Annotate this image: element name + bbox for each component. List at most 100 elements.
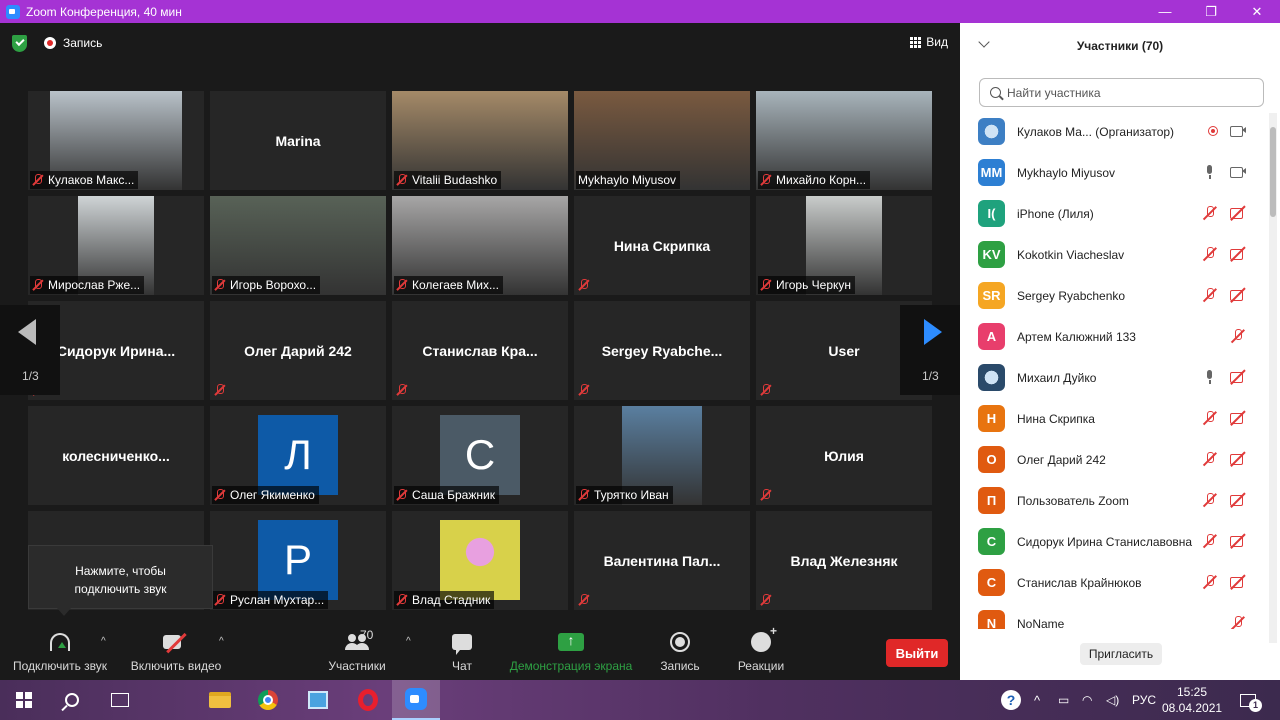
close-button[interactable]: ✕ (1234, 0, 1280, 23)
help-button[interactable]: ? (1001, 680, 1021, 720)
participant-video-tile[interactable]: Marina (210, 91, 386, 190)
taskbar-clock[interactable]: 15:25 08.04.2021 (1162, 684, 1222, 716)
language-indicator[interactable]: РУС (1132, 680, 1156, 720)
participant-row[interactable]: SR Sergey Ryabchenko (960, 275, 1268, 316)
zoom-icon (405, 688, 427, 710)
participant-video-tile[interactable]: Турятко Иван (574, 406, 750, 505)
join-audio-button[interactable]: Подключить звук (10, 630, 110, 673)
participant-row[interactable]: О Олег Дарий 242 (960, 439, 1268, 480)
search-icon (990, 87, 1001, 98)
participant-video-tile[interactable]: Олег Дарий 242 (210, 301, 386, 400)
restore-button[interactable]: ❐ (1188, 0, 1234, 23)
reactions-button[interactable]: Реакции (735, 624, 787, 673)
participant-row[interactable]: MM Mykhaylo Miyusov (960, 152, 1268, 193)
file-explorer-button[interactable] (196, 680, 244, 720)
participant-name: Кулаков Ма... (Организатор) (1017, 124, 1175, 139)
participant-search[interactable] (979, 78, 1264, 107)
participant-name-label: Колегаев Мих... (394, 276, 503, 294)
share-screen-button[interactable]: Демонстрация экрана (508, 630, 634, 673)
recording-label: Запись (63, 36, 103, 50)
view-button[interactable]: Вид (910, 35, 948, 49)
start-button[interactable] (0, 680, 48, 720)
meeting-toolbar: Подключить звук ^ Включить видео ^ 70 Уч… (0, 624, 960, 680)
volume-icon[interactable]: ◁) (1106, 680, 1119, 720)
participant-search-input[interactable] (1007, 85, 1247, 100)
participant-row[interactable]: П Пользователь Zoom (960, 480, 1268, 521)
opera-button[interactable] (344, 680, 392, 720)
security-shield-icon[interactable] (12, 35, 27, 52)
participant-video-tile[interactable]: Колегаев Мих... (392, 196, 568, 295)
participant-video-tile[interactable]: Михайло Корн... (756, 91, 932, 190)
participant-row[interactable]: KV Kokotkin Viacheslav (960, 234, 1268, 275)
participant-video-tile[interactable]: Mykhaylo Miyusov (574, 91, 750, 190)
participant-video-tile[interactable]: Игорь Ворохо... (210, 196, 386, 295)
mic-muted-icon (1202, 247, 1218, 261)
participants-scrollbar[interactable] (1269, 113, 1277, 643)
start-video-button[interactable]: Включить видео (128, 630, 224, 673)
participant-row[interactable]: Н Нина Скрипка (960, 398, 1268, 439)
view-label: Вид (926, 35, 948, 49)
participant-video-tile[interactable]: Мирослав Рже... (28, 196, 204, 295)
participants-options-caret[interactable]: ^ (406, 636, 411, 647)
participant-row[interactable]: I(iPhone (Лиля) (960, 193, 1268, 234)
leave-meeting-button[interactable]: Выйти (886, 639, 948, 667)
participant-name: Саша Бражник (412, 488, 495, 502)
participant-row[interactable]: Михаил Дуйко (960, 357, 1268, 398)
participant-row[interactable]: С Станислав Крайнюков (960, 562, 1268, 603)
participant-name-label: Михайло Корн... (758, 171, 871, 189)
zoom-taskbar-button[interactable] (392, 680, 440, 720)
participant-video-tile[interactable]: колесниченко... (28, 406, 204, 505)
participant-row[interactable]: С Сидорук Ирина Станиславовна (960, 521, 1268, 562)
invite-button[interactable]: Пригласить (1080, 643, 1162, 665)
record-button[interactable]: Запись (656, 630, 704, 673)
participant-name: Пользователь Zoom (1017, 493, 1129, 508)
participant-name: iPhone (Лиля) (1017, 206, 1094, 221)
participant-video-tile[interactable]: Р Руслан Мухтар... (210, 511, 386, 610)
participant-video-tile[interactable]: Игорь Черкун (756, 196, 932, 295)
participant-name: Sergey Ryabchenko (1017, 288, 1126, 303)
participant-video-tile[interactable]: Влад Стадник (392, 511, 568, 610)
control-panel-button[interactable] (294, 680, 342, 720)
next-page-button[interactable]: 1/3 (900, 305, 960, 395)
audio-options-caret[interactable]: ^ (101, 636, 106, 647)
chat-button[interactable]: Чат (446, 630, 478, 673)
mic-muted-icon (214, 279, 226, 291)
participants-button[interactable]: 70 Участники (326, 628, 388, 673)
participant-row[interactable]: Кулаков Ма... (Организатор) (960, 111, 1268, 152)
mic-muted-icon (760, 384, 772, 396)
battery-icon[interactable]: ▭ (1058, 680, 1069, 720)
participant-video-tile[interactable]: Станислав Кра... (392, 301, 568, 400)
prev-page-button[interactable]: 1/3 (0, 305, 60, 395)
video-options-caret[interactable]: ^ (219, 636, 224, 647)
participant-video-tile[interactable]: Л Олег Якименко (210, 406, 386, 505)
participant-video-tile[interactable]: Кулаков Макс... (28, 91, 204, 190)
recording-indicator[interactable]: Запись (44, 36, 102, 50)
taskbar-search-button[interactable] (48, 680, 96, 720)
collapse-chevron-icon[interactable] (978, 36, 990, 48)
participant-video-tile[interactable]: Нина Скрипка (574, 196, 750, 295)
participant-name-label (576, 276, 598, 294)
mic-muted-icon (1202, 575, 1218, 589)
minimize-button[interactable]: — (1142, 0, 1188, 23)
network-icon[interactable]: ◠ (1082, 680, 1092, 720)
participant-video-tile[interactable]: Юлия (756, 406, 932, 505)
notifications-button[interactable]: 1 (1240, 680, 1262, 720)
clock-date: 08.04.2021 (1162, 701, 1223, 715)
mic-muted-icon (1202, 493, 1218, 507)
mic-muted-icon (578, 594, 590, 606)
tray-overflow-button[interactable]: ^ (1034, 680, 1040, 720)
participant-video-tile[interactable]: Влад Железняк (756, 511, 932, 610)
participant-video-tile[interactable]: С Саша Бражник (392, 406, 568, 505)
task-view-button[interactable] (96, 680, 144, 720)
scrollbar-thumb[interactable] (1270, 127, 1276, 217)
arrow-left-icon (18, 319, 36, 345)
participant-row[interactable]: N NoName (960, 603, 1268, 629)
chrome-button[interactable] (244, 680, 292, 720)
participant-name: Vitalii Budashko (412, 173, 498, 187)
mic-muted-icon (760, 489, 772, 501)
participant-video-tile[interactable]: Vitalii Budashko (392, 91, 568, 190)
participant-video-tile[interactable]: Валентина Пал... (574, 511, 750, 610)
participant-row[interactable]: A Артем Калюжний 133 (960, 316, 1268, 357)
participant-video-tile[interactable]: Sergey Ryabche... (574, 301, 750, 400)
